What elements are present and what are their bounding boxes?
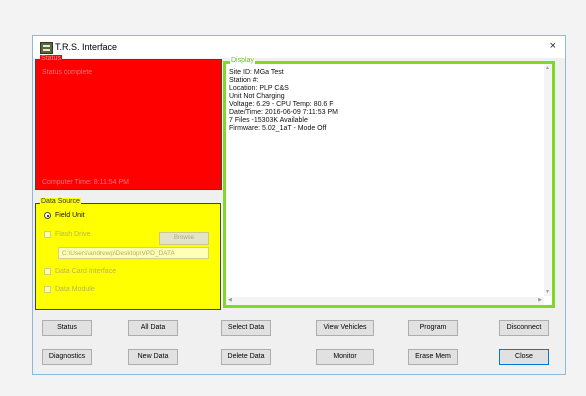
flash-drive-checkbox[interactable] xyxy=(44,231,51,238)
monitor-button[interactable]: Monitor xyxy=(316,349,374,365)
status-button[interactable]: Status xyxy=(42,320,92,336)
display-line: Firmware: 5.02_1aT - Mode Off xyxy=(229,125,327,132)
erase-mem-button[interactable]: Erase Mem xyxy=(408,349,458,365)
display-line: Location: PLP C&S xyxy=(229,85,289,92)
status-panel: Status Status complete Computer Time: 8:… xyxy=(35,55,222,190)
display-line: 7 Files -15303K Available xyxy=(229,117,308,124)
diagnostics-button[interactable]: Diagnostics xyxy=(42,349,92,365)
close-button[interactable]: Close xyxy=(499,349,549,365)
delete-data-button[interactable]: Delete Data xyxy=(221,349,271,365)
scroll-right-icon[interactable]: ▶ xyxy=(538,297,542,303)
trs-interface-window: T.R.S. Interface × Status Status complet… xyxy=(32,35,566,375)
vertical-scrollbar[interactable]: ▲ ▼ xyxy=(544,64,552,296)
scroll-left-icon[interactable]: ◀ xyxy=(228,297,232,303)
data-module-label: Data Module xyxy=(55,286,95,293)
select-data-button[interactable]: Select Data xyxy=(221,320,271,336)
window-title: T.R.S. Interface xyxy=(55,42,118,52)
flash-drive-label: Flash Drive xyxy=(55,231,91,238)
data-source-panel: Data Source Field Unit Flash Drive Brows… xyxy=(35,198,221,310)
flash-drive-option[interactable]: Flash Drive xyxy=(44,231,90,243)
app-icon xyxy=(40,42,53,54)
display-panel: Display Site ID: MGa Test Station #: Loc… xyxy=(223,57,555,308)
field-unit-radio[interactable] xyxy=(44,212,51,219)
status-legend: Status xyxy=(40,55,62,62)
display-line: Voltage: 6.29 - CPU Temp: 80.6 F xyxy=(229,101,334,108)
new-data-button[interactable]: New Data xyxy=(128,349,178,365)
scroll-up-icon[interactable]: ▲ xyxy=(545,65,550,71)
display-line: Station #: xyxy=(229,77,259,84)
display-line: Site ID: MGa Test xyxy=(229,69,284,76)
data-path-field[interactable]: C:\Users\andrewp\Desktop\VPD_DATA xyxy=(58,247,209,259)
program-button[interactable]: Program xyxy=(408,320,458,336)
disconnect-button[interactable]: Disconnect xyxy=(499,320,549,336)
status-message: Status complete xyxy=(42,69,93,76)
horizontal-scrollbar[interactable]: ◀ ▶ xyxy=(226,297,544,305)
data-card-interface-label: Data Card Interface xyxy=(55,268,117,275)
data-source-legend: Data Source xyxy=(40,198,81,205)
display-line: Unit Not Charging xyxy=(229,93,285,100)
scroll-down-icon[interactable]: ▼ xyxy=(545,289,550,295)
display-line: Date/Time: 2016-06-09 7:11:53 PM xyxy=(229,109,338,116)
all-data-button[interactable]: All Data xyxy=(128,320,178,336)
field-unit-option[interactable]: Field Unit xyxy=(44,212,85,224)
close-icon[interactable]: × xyxy=(550,40,556,52)
view-vehicles-button[interactable]: View Vehicles xyxy=(316,320,374,336)
data-module-checkbox[interactable] xyxy=(44,286,51,293)
title-bar: T.R.S. Interface × xyxy=(33,36,565,58)
data-module-option[interactable]: Data Module xyxy=(44,286,95,298)
field-unit-label: Field Unit xyxy=(55,212,85,219)
data-card-interface-option[interactable]: Data Card Interface xyxy=(44,268,116,280)
computer-time: Computer Time: 8:11:54 PM xyxy=(42,179,130,186)
browse-button[interactable]: Browse xyxy=(159,232,209,245)
display-legend: Display xyxy=(230,57,255,64)
data-card-interface-checkbox[interactable] xyxy=(44,268,51,275)
